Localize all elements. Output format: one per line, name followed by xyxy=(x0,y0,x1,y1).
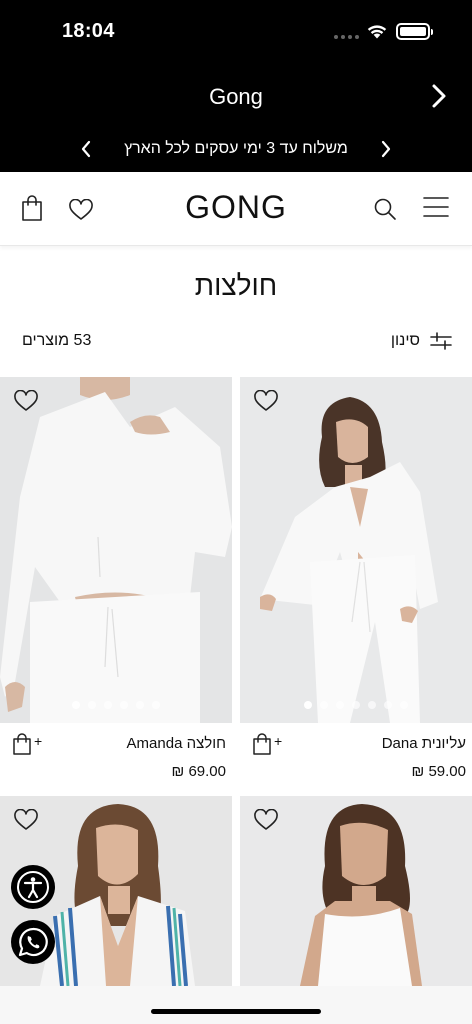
product-card[interactable]: + עליונית Dana 59.00 ₪ xyxy=(240,377,472,795)
signal-icon xyxy=(334,35,359,39)
wishlist-heart-icon[interactable] xyxy=(253,390,279,412)
status-bar: 18:04 xyxy=(0,0,472,64)
product-image[interactable] xyxy=(240,796,472,986)
battery-icon xyxy=(396,23,433,40)
product-info: + חולצה Amanda 69.00 ₪ xyxy=(0,723,232,795)
product-price: 69.00 ₪ xyxy=(171,763,226,780)
whatsapp-button[interactable] xyxy=(11,920,55,964)
home-indicator[interactable] xyxy=(151,1009,321,1014)
wishlist-heart-icon[interactable] xyxy=(13,809,39,831)
product-image[interactable] xyxy=(0,377,232,723)
bag-icon xyxy=(253,733,271,755)
whatsapp-icon xyxy=(18,927,48,957)
product-price: 59.00 ₪ xyxy=(411,763,466,780)
category-title: חולצות xyxy=(194,270,278,301)
product-count: 53 מוצרים xyxy=(22,332,92,349)
wishlist-heart-icon[interactable] xyxy=(13,390,39,412)
filter-bar: 53 מוצרים סינון xyxy=(0,332,472,354)
home-indicator-bar xyxy=(0,986,472,1024)
product-name[interactable]: עליונית Dana xyxy=(382,735,466,752)
promo-message: משלוח עד 3 ימי עסקים לכל הארץ xyxy=(124,140,348,157)
accessibility-icon xyxy=(17,871,49,903)
filter-button[interactable]: סינון xyxy=(391,332,452,350)
chevron-right-icon[interactable] xyxy=(430,82,448,110)
image-pagination[interactable] xyxy=(0,701,232,709)
bag-icon xyxy=(13,733,31,755)
product-info: + עליונית Dana 59.00 ₪ xyxy=(240,723,472,795)
filter-sliders-icon xyxy=(430,332,452,350)
image-pagination[interactable] xyxy=(240,701,472,709)
product-photo xyxy=(240,377,472,723)
product-image[interactable] xyxy=(240,377,472,723)
chevron-right-icon[interactable] xyxy=(380,140,392,158)
wishlist-heart-icon[interactable] xyxy=(253,809,279,831)
accessibility-button[interactable] xyxy=(11,865,55,909)
filter-label: סינון xyxy=(390,332,420,349)
search-icon[interactable] xyxy=(373,197,397,221)
product-photo xyxy=(0,377,232,723)
wifi-icon xyxy=(367,25,387,39)
plus-icon: + xyxy=(274,733,283,749)
site-header: GONG xyxy=(0,172,472,246)
site-logo[interactable]: GONG xyxy=(0,189,472,226)
product-card[interactable] xyxy=(240,796,472,986)
add-to-cart-button[interactable]: + xyxy=(252,733,282,755)
plus-icon: + xyxy=(34,733,43,749)
store-name[interactable]: Gong xyxy=(0,84,472,110)
product-name[interactable]: חולצה Amanda xyxy=(127,735,226,752)
store-banner: Gong משלוח עד 3 ימי עסקים לכל הארץ xyxy=(0,64,472,172)
product-card[interactable]: + חולצה Amanda 69.00 ₪ xyxy=(0,377,232,795)
add-to-cart-button[interactable]: + xyxy=(12,733,42,755)
menu-icon[interactable] xyxy=(423,196,449,218)
status-time: 18:04 xyxy=(62,20,115,42)
